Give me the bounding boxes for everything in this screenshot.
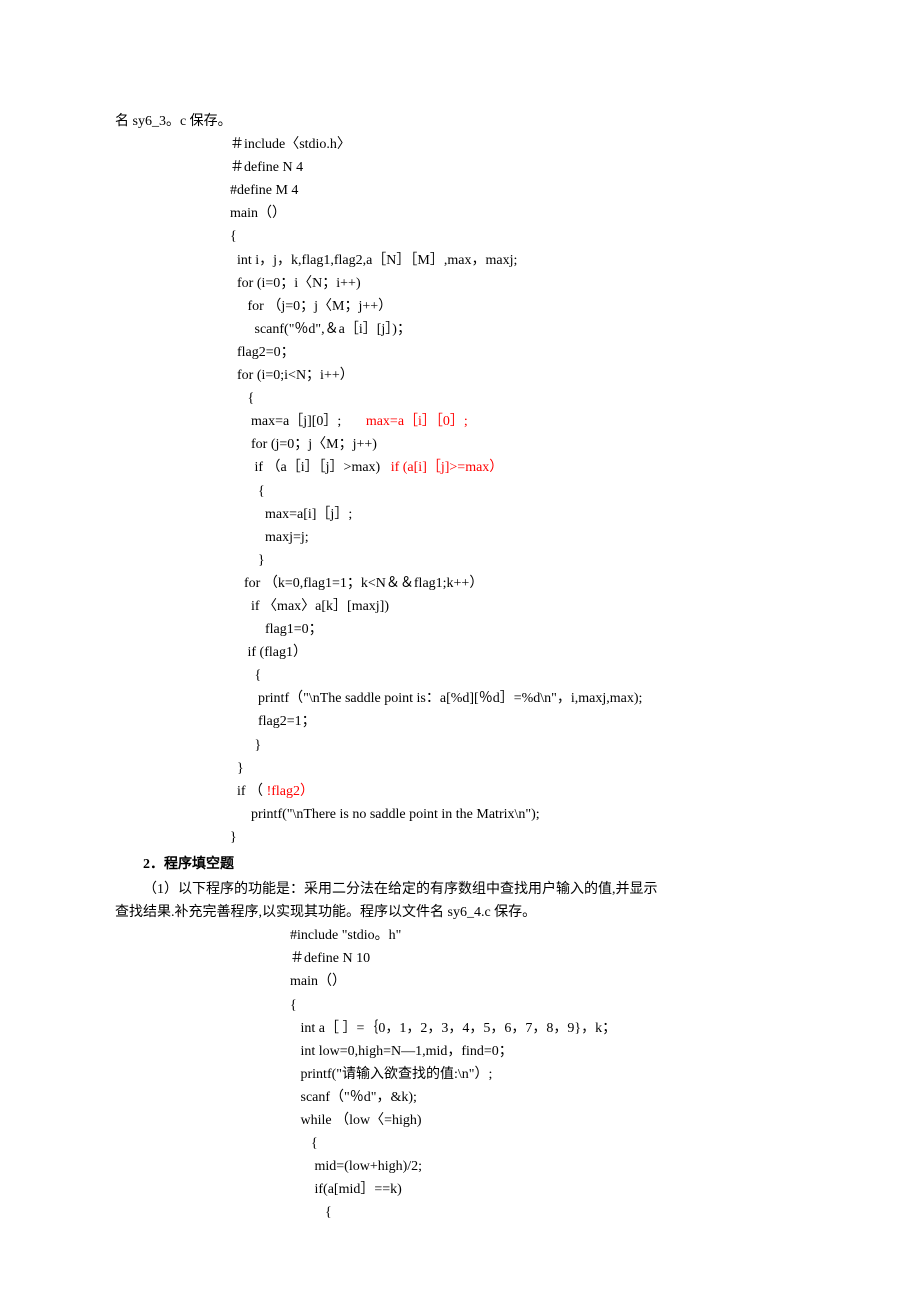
code-line: #include "stdio。h" (290, 924, 820, 947)
code-line: { (230, 225, 820, 248)
code-line: printf("请输入欲查找的值:\n"）; (290, 1063, 820, 1086)
code-line: main（） (290, 970, 820, 993)
code-line: printf（"\nThe saddle point is：a[%d][％d］=… (230, 687, 820, 710)
correction-red: if (a[i]［j]>=max） (391, 460, 504, 475)
code-line: ＃define N 4 (230, 156, 820, 179)
code-line: { (230, 664, 820, 687)
code-line: for （j=0；j〈M；j++） (230, 295, 820, 318)
code-line: if(a[mid］==k) (290, 1178, 820, 1201)
code-line: { (290, 1132, 820, 1155)
prose-line: （1）以下程序的功能是：采用二分法在给定的有序数组中查找用户输入的值,并显示 (143, 878, 820, 901)
code-line: } (230, 757, 820, 780)
code-line: flag1=0； (230, 618, 820, 641)
code-line: while （low〈=high) (290, 1109, 820, 1132)
code-line: for （k=0,flag1=1；k<N＆＆flag1;k++） (230, 572, 820, 595)
code-line: scanf("％d",＆a［i］[j］)； (230, 318, 820, 341)
correction-red: max=a［i］［0］; (366, 414, 468, 429)
code-text: max=a［j][0］; (230, 414, 366, 429)
code-line: { (230, 387, 820, 410)
code-line: } (230, 734, 820, 757)
code-line: printf("\nThere is no saddle point in th… (230, 803, 820, 826)
code-line: ＃include〈stdio.h〉 (230, 133, 820, 156)
code-line: scanf（"％d"，&k); (290, 1086, 820, 1109)
code-line: mid=(low+high)/2; (290, 1155, 820, 1178)
prose-line: 查找结果.补充完善程序,以实现其功能。程序以文件名 sy6_4.c 保存。 (115, 901, 820, 924)
document-page: 名 sy6_3。c 保存。 ＃include〈stdio.h〉 ＃define … (0, 0, 920, 1305)
code-line: { (290, 1201, 820, 1224)
code-line: int low=0,high=N—1,mid，find=0； (290, 1040, 820, 1063)
code-line: } (230, 826, 820, 849)
section-heading: 2．程序填空题 (143, 853, 820, 876)
code-line: for (i=0;i<N；i++） (230, 364, 820, 387)
code-line: { (290, 994, 820, 1017)
code-line-with-fix: if （ !flag2） (230, 780, 820, 803)
code-line-with-fix: max=a［j][0］; max=a［i］［0］; (230, 410, 820, 433)
code-line: for (i=0；i〈N；i++) (230, 272, 820, 295)
prose-line: 名 sy6_3。c 保存。 (115, 110, 820, 133)
correction-red: !flag2） (267, 784, 314, 799)
code-line: flag2=1； (230, 710, 820, 733)
code-line: flag2=0； (230, 341, 820, 364)
code-block-2: #include "stdio。h" ＃define N 10 main（） {… (290, 924, 820, 1224)
code-line-with-fix: if （a［i］［j］>max) if (a[i]［j]>=max） (230, 456, 820, 479)
code-line: for (j=0；j〈M；j++) (230, 433, 820, 456)
code-line: int a［ ］=｛0，1，2，3，4，5，6，7，8，9}，k； (290, 1017, 820, 1040)
code-line: } (230, 549, 820, 572)
code-block-1: ＃include〈stdio.h〉 ＃define N 4 #define M … (230, 133, 820, 849)
code-line: int i，j，k,flag1,flag2,a［N］［M］,max，maxj; (230, 249, 820, 272)
code-line: ＃define N 10 (290, 947, 820, 970)
code-line: { (230, 480, 820, 503)
code-line: if 〈max〉a[k］[maxj]) (230, 595, 820, 618)
code-line: maxj=j; (230, 526, 820, 549)
code-line: main（） (230, 202, 820, 225)
code-line: if (flag1） (230, 641, 820, 664)
code-line: max=a[i]［j］; (230, 503, 820, 526)
code-text: if （a［i］［j］>max) (230, 460, 391, 475)
code-line: #define M 4 (230, 179, 820, 202)
code-text: if （ (230, 784, 267, 799)
